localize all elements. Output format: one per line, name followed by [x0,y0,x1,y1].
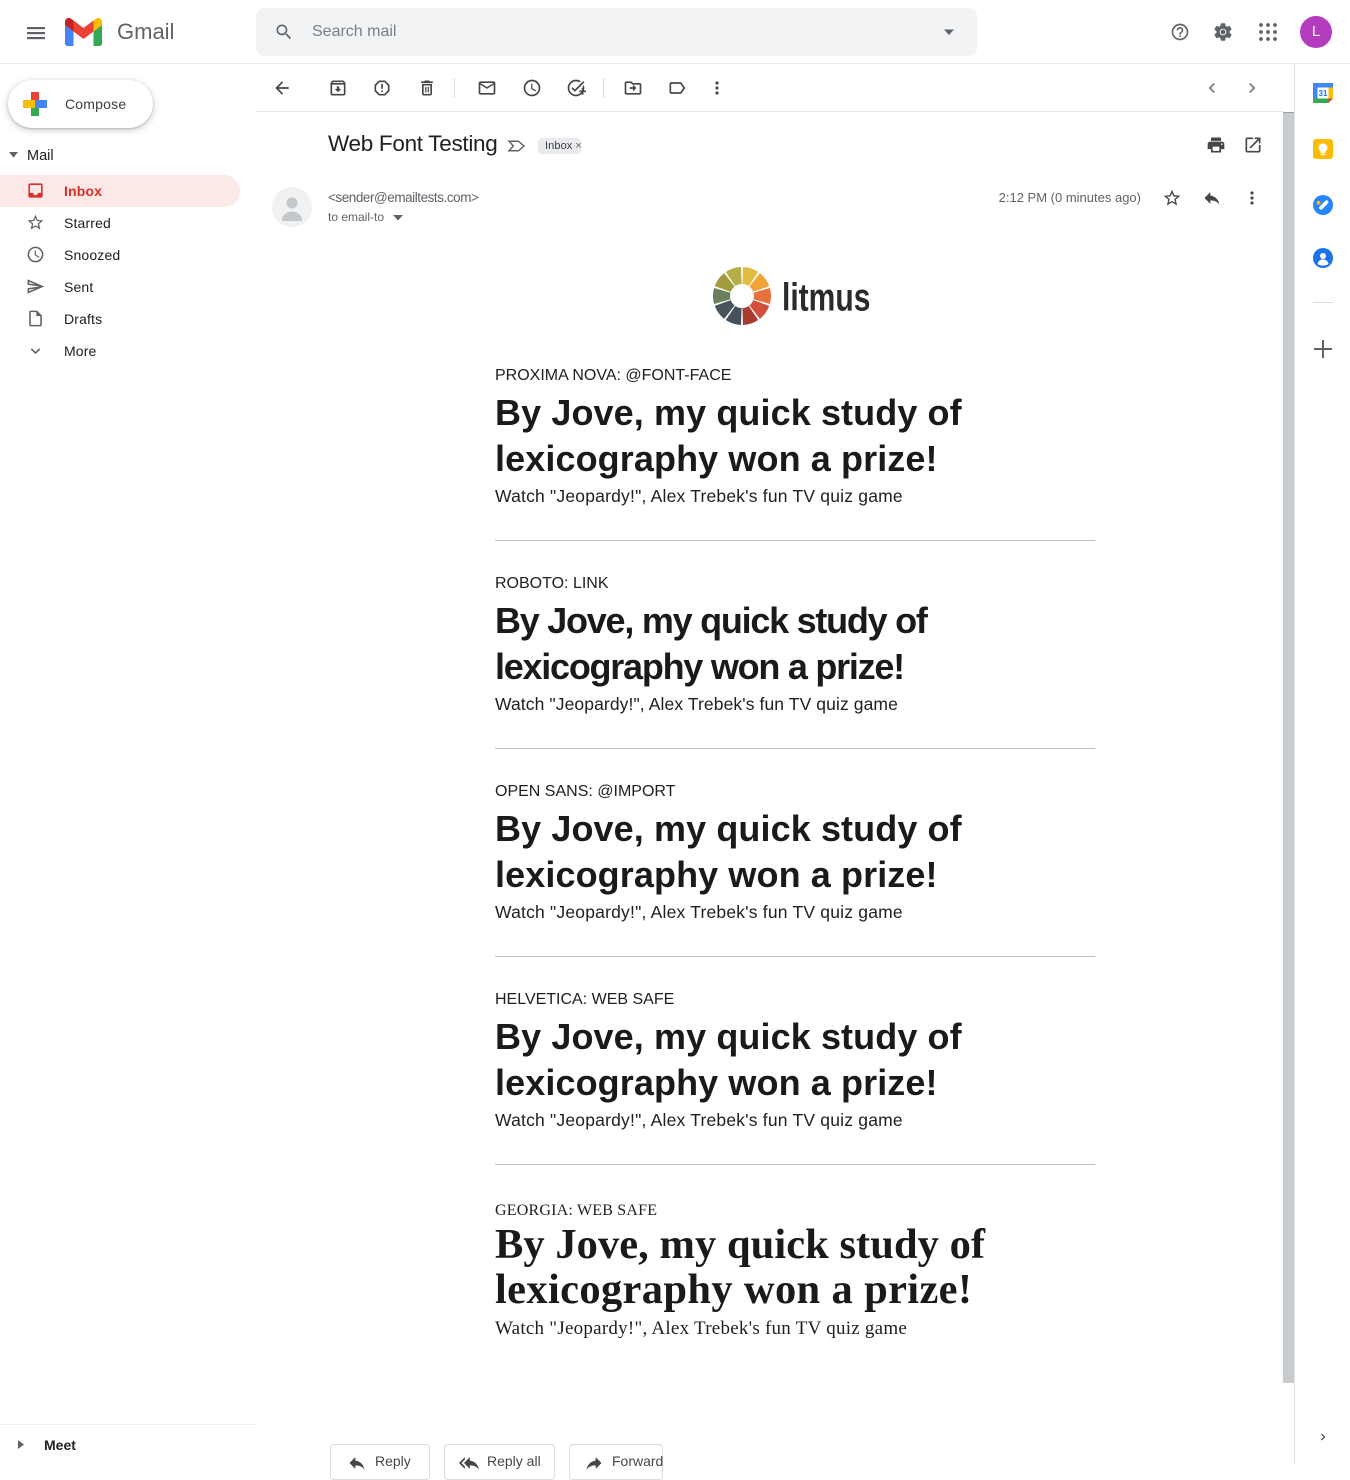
svg-text:litmus: litmus [782,277,870,319]
svg-text:31: 31 [1319,89,1328,98]
